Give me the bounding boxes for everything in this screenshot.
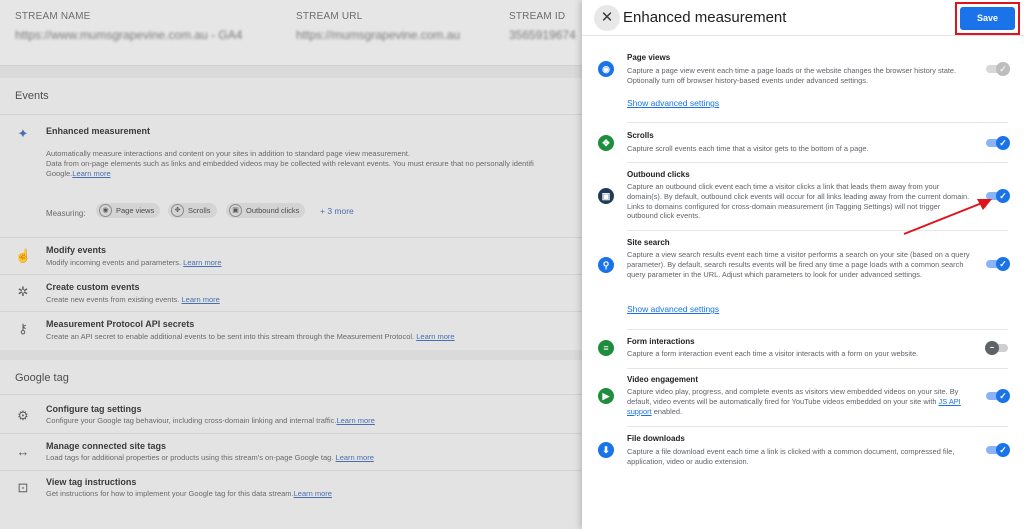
more-chips-link[interactable]: + 3 more — [320, 206, 354, 216]
page-views-title: Page views — [627, 53, 671, 62]
enhanced-desc-3: Google.Learn more — [46, 169, 111, 178]
site-search-desc: Capture a view search results event each… — [627, 250, 970, 279]
chip-page-views: ◉ Page views — [96, 203, 161, 218]
scrolls-toggle[interactable]: ✓ — [986, 136, 1010, 150]
site-search-toggle[interactable]: ✓ — [986, 257, 1010, 271]
create-custom-events-desc: Create new events from existing events. … — [46, 295, 220, 304]
site-search-advanced-link[interactable]: Show advanced settings — [627, 304, 719, 314]
form-interactions-desc: Capture a form interaction event each ti… — [627, 349, 919, 358]
outbound-clicks-desc: Capture an outbound click event each tim… — [627, 182, 970, 221]
check-icon: ✓ — [996, 389, 1010, 403]
tag-settings-icon: ⚙ — [17, 408, 29, 423]
create-custom-events-title[interactable]: Create custom events — [46, 282, 140, 292]
file-downloads-desc: Capture a file download event each time … — [627, 447, 955, 466]
check-icon: ✓ — [996, 443, 1010, 457]
enhanced-desc-2: Data from on-page elements such as links… — [46, 159, 534, 168]
learn-more-link[interactable]: Learn more — [183, 258, 221, 267]
check-icon: ✓ — [996, 62, 1010, 76]
stream-id-value: 3565919674 — [509, 28, 576, 42]
eye-icon: ◉ — [598, 61, 614, 77]
touch-icon: ☝ — [15, 248, 32, 263]
chip-outbound-clicks: ▣ Outbound clicks — [226, 203, 306, 218]
minus-icon: − — [985, 341, 999, 355]
stream-details-page: STREAM NAME https://www.mumsgrapevine.co… — [0, 0, 582, 529]
download-icon: ⬇ — [598, 442, 614, 458]
custom-events-icon: ✲ — [17, 284, 29, 299]
events-title: Events — [15, 90, 49, 102]
enhanced-measurement-title[interactable]: Enhanced measurement — [46, 126, 150, 136]
check-icon: ✓ — [996, 189, 1010, 203]
stream-name-value: https://www.mumsgrapevine.com.au - GA4 — [15, 28, 243, 42]
file-downloads-title: File downloads — [627, 434, 685, 443]
connected-tags-desc: Load tags for additional properties or p… — [46, 453, 374, 462]
file-downloads-toggle[interactable]: ✓ — [986, 443, 1010, 457]
outbound-clicks-title: Outbound clicks — [627, 170, 690, 179]
learn-more-link[interactable]: Learn more — [416, 332, 454, 341]
code-arrows-icon: ↔ — [16, 444, 30, 459]
view-instructions-title[interactable]: View tag instructions — [46, 477, 136, 487]
enhanced-desc-1: Automatically measure interactions and c… — [46, 149, 410, 158]
close-icon[interactable]: ✕ — [594, 5, 620, 31]
scrolls-title: Scrolls — [627, 131, 654, 140]
stream-name-label: STREAM NAME — [15, 11, 91, 22]
configure-tag-desc: Configure your Google tag behaviour, inc… — [46, 416, 375, 425]
mp-secrets-desc: Create an API secret to enable additiona… — [46, 332, 455, 341]
page-views-advanced-link[interactable]: Show advanced settings — [627, 98, 719, 108]
lock-icon: ▣ — [598, 188, 614, 204]
compass-icon: ✥ — [171, 204, 184, 217]
eye-icon: ◉ — [99, 204, 112, 217]
compass-icon: ✥ — [598, 135, 614, 151]
site-search-title: Site search — [627, 238, 670, 247]
key-icon: ⚷ — [18, 321, 28, 336]
form-icon: ≡ — [598, 340, 614, 356]
scrolls-desc: Capture scroll events each time that a v… — [627, 144, 869, 153]
lock-icon: ▣ — [229, 204, 242, 217]
google-tag-title: Google tag — [15, 372, 69, 384]
stream-id-label: STREAM ID — [509, 11, 566, 22]
stream-url-value: https://mumsgrapevine.com.au — [296, 28, 461, 42]
enhanced-measurement-panel: ✕ Enhanced measurement Save ◉ Page views… — [582, 0, 1024, 529]
panel-title: Enhanced measurement — [623, 9, 787, 26]
learn-more-link[interactable]: Learn more — [294, 489, 332, 498]
play-icon: ▶ — [598, 388, 614, 404]
check-icon: ✓ — [996, 136, 1010, 150]
save-highlight-box: Save — [955, 2, 1020, 35]
chip-scrolls: ✥ Scrolls — [168, 203, 217, 218]
check-icon: ✓ — [996, 257, 1010, 271]
stream-url-label: STREAM URL — [296, 11, 363, 22]
save-button[interactable]: Save — [960, 7, 1015, 30]
page-views-toggle: ✓ — [986, 62, 1010, 76]
learn-more-link[interactable]: Learn more — [336, 416, 374, 425]
measuring-label: Measuring: — [46, 209, 86, 218]
video-engagement-toggle[interactable]: ✓ — [986, 389, 1010, 403]
modify-events-title[interactable]: Modify events — [46, 245, 106, 255]
panel-header: ✕ Enhanced measurement Save — [582, 0, 1024, 36]
stream-info-header: STREAM NAME https://www.mumsgrapevine.co… — [0, 0, 582, 66]
video-engagement-title: Video engagement — [627, 375, 698, 384]
sparkle-icon: ✦ — [17, 126, 29, 141]
learn-more-link[interactable]: Learn more — [72, 169, 110, 178]
view-instructions-desc: Get instructions for how to implement yo… — [46, 489, 332, 498]
form-interactions-toggle[interactable]: − — [985, 341, 1010, 355]
modify-events-desc: Modify incoming events and parameters. L… — [46, 258, 222, 267]
outbound-clicks-toggle[interactable]: ✓ — [986, 189, 1010, 203]
search-icon: ⚲ — [598, 257, 614, 273]
configure-tag-title[interactable]: Configure tag settings — [46, 404, 142, 414]
events-card: Events ✦ Enhanced measurement Automatica… — [0, 78, 582, 350]
page-views-desc: Capture a page view event each time a pa… — [627, 66, 957, 85]
learn-more-link[interactable]: Learn more — [336, 453, 374, 462]
code-box-icon: ⊡ — [17, 480, 29, 495]
video-engagement-desc: Capture video play, progress, and comple… — [627, 387, 961, 416]
form-interactions-title: Form interactions — [627, 337, 695, 346]
learn-more-link[interactable]: Learn more — [182, 295, 220, 304]
google-tag-card: Google tag ⚙ Configure tag settings Conf… — [0, 360, 582, 529]
mp-secrets-title[interactable]: Measurement Protocol API secrets — [46, 319, 194, 329]
connected-tags-title[interactable]: Manage connected site tags — [46, 441, 166, 451]
